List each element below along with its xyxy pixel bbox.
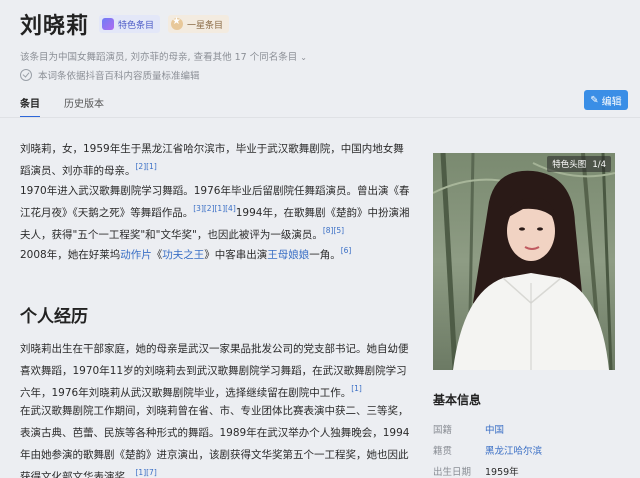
intro-paragraph-3: 2008年，她在好莱坞动作片《功夫之王》中客串出演王母娘娘一角。[6]	[20, 244, 412, 266]
section-title: 个人经历	[20, 307, 88, 327]
certification-note: 本词条依据抖音百科内容质量标准编辑	[20, 68, 200, 82]
info-key: 国籍	[433, 425, 453, 436]
featured-icon	[102, 18, 115, 30]
info-row: 籍贯 黑龙江哈尔滨	[433, 443, 542, 457]
info-value-hometown[interactable]: 黑龙江哈尔滨	[485, 443, 542, 457]
photo-label: 特色头图 1/4	[547, 156, 611, 172]
citation-ref[interactable]: [8][5]	[323, 226, 344, 235]
info-value-nationality[interactable]: 中国	[485, 422, 504, 436]
intro-paragraph-3-text-b: 《	[151, 249, 163, 261]
entry-description-text: 该条目为中国女舞蹈演员, 刘亦菲的母亲, 查看其他 17 个同名条目	[20, 52, 298, 63]
photo-count: 1/4	[592, 160, 606, 170]
info-row: 出生日期 1959年	[433, 464, 519, 478]
certification-text: 本词条依据抖音百科内容质量标准编辑	[38, 71, 200, 82]
tab-divider	[0, 117, 640, 118]
info-key: 籍贯	[433, 446, 453, 457]
link-queen-mother[interactable]: 王母娘娘	[267, 249, 309, 261]
featured-badge[interactable]: 特色条目	[99, 15, 161, 33]
citation-ref[interactable]: [6]	[341, 246, 352, 255]
photo-label-text: 特色头图	[552, 160, 587, 170]
page-title: 刘晓莉	[20, 13, 90, 39]
tab-entry[interactable]: 条目	[20, 95, 40, 118]
star-badge[interactable]: 一星条目	[168, 15, 230, 33]
page: 刘晓莉 特色条目 一星条目 该条目为中国女舞蹈演员, 刘亦菲的母亲, 查看其他 …	[0, 0, 640, 478]
chevron-down-icon[interactable]: ⌄	[300, 53, 307, 62]
star-badge-label: 一星条目	[187, 20, 224, 31]
citation-ref[interactable]: [1][7]	[136, 468, 157, 477]
tab-history[interactable]: 历史版本	[64, 95, 104, 118]
link-action-film[interactable]: 动作片	[120, 249, 152, 261]
edit-button-label: 编辑	[601, 96, 622, 108]
citation-ref[interactable]: [3][2][1][4]	[193, 204, 236, 213]
edit-button[interactable]: ✎ 编辑	[584, 90, 628, 110]
link-forbidden-kingdom[interactable]: 功夫之王	[162, 249, 204, 261]
intro-paragraph-1: 刘晓莉，女，1959年生于黑龙江省哈尔滨市，毕业于武汉歌舞剧院，中国内地女舞蹈演…	[20, 138, 412, 182]
pencil-icon: ✎	[590, 94, 599, 106]
title-row: 刘晓莉 特色条目 一星条目	[20, 8, 230, 40]
featured-badge-label: 特色条目	[118, 20, 155, 31]
intro-paragraph-3-text-d: 一角。	[309, 249, 341, 261]
bio-paragraph-2: 在武汉歌舞剧院工作期间，刘晓莉曾在省、市、专业团体比赛表演中获二、三等奖，表演古…	[20, 400, 412, 478]
bio-paragraph-2-text: 在武汉歌舞剧院工作期间，刘晓莉曾在省、市、专业团体比赛表演中获二、三等奖，表演古…	[20, 405, 410, 478]
info-title: 基本信息	[433, 393, 482, 407]
bio-paragraph-1: 刘晓莉出生在干部家庭，她的母亲是武汉一家果品批发公司的党支部书记。她自幼便喜欢舞…	[20, 338, 412, 404]
info-key: 出生日期	[433, 467, 472, 478]
citation-ref[interactable]: [2][1]	[136, 162, 157, 171]
intro-paragraph-3-text-a: 2008年，她在好莱坞	[20, 249, 121, 261]
citation-ref[interactable]: [1]	[351, 384, 362, 393]
star-icon	[171, 16, 184, 30]
intro-paragraph-2: 1970年进入武汉歌舞剧院学习舞蹈。1976年毕业后留剧院任舞蹈演员。曾出演《春…	[20, 180, 412, 246]
info-value-birthdate: 1959年	[485, 467, 519, 478]
portrait-image	[433, 153, 615, 370]
entry-description[interactable]: 该条目为中国女舞蹈演员, 刘亦菲的母亲, 查看其他 17 个同名条目 ⌄	[20, 49, 307, 63]
info-row: 国籍 中国	[433, 422, 504, 436]
featured-photo[interactable]: 特色头图 1/4	[433, 153, 615, 370]
intro-paragraph-3-text-c: 》中客串出演	[204, 249, 268, 261]
intro-paragraph-1-text: 刘晓莉，女，1959年生于黑龙江省哈尔滨市，毕业于武汉歌舞剧院，中国内地女舞蹈演…	[20, 143, 404, 177]
check-circle-icon	[20, 69, 32, 81]
tab-bar: 条目 历史版本	[20, 95, 128, 118]
